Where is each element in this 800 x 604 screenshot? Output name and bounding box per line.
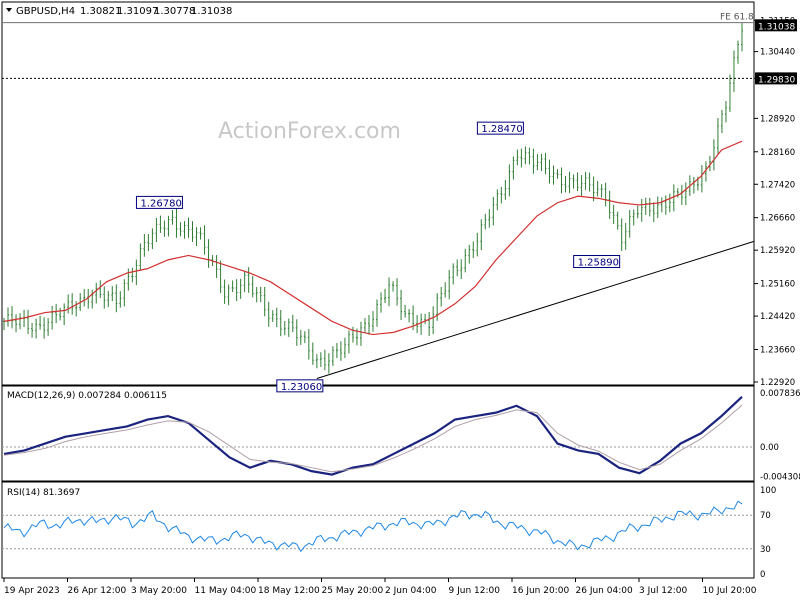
x-tick-label: 25 May 20:00 xyxy=(322,586,384,596)
macd-tick-label: 0.00 xyxy=(760,443,779,453)
chart-svg: ActionForex.com GBPUSD,H4 1.30821 1.3109… xyxy=(1,1,800,596)
rsi-title: RSI(14) 81.3697 xyxy=(7,488,80,498)
y-tick-label: 1.26660 xyxy=(760,214,795,224)
price-label-text: 1.26780 xyxy=(140,198,181,209)
macd-tick-label: 0.007836 xyxy=(760,389,800,399)
y-tick-label: 1.28160 xyxy=(760,148,795,158)
high-label: 1.31097 xyxy=(117,6,158,17)
x-tick-label: 26 Jun 04:00 xyxy=(576,586,633,596)
open-label: 1.30821 xyxy=(80,6,121,17)
rsi-tick-label: 30 xyxy=(760,545,771,555)
x-tick-label: 16 Jun 20:00 xyxy=(512,586,569,596)
x-tick-label: 9 Jun 12:00 xyxy=(449,586,501,596)
low-label: 1.30778 xyxy=(154,6,195,17)
y-tick-label: 1.30440 xyxy=(760,48,795,58)
close-label: 1.31038 xyxy=(191,6,232,17)
chart-root: ActionForex.com GBPUSD,H4 1.30821 1.3109… xyxy=(0,0,800,600)
rsi-panel-frame xyxy=(1,481,755,579)
macd-tick-label: -0.004308 xyxy=(760,473,800,483)
watermark: ActionForex.com xyxy=(218,119,401,144)
x-tick-label: 3 Jul 12:00 xyxy=(639,586,688,596)
price-label-text: 1.23060 xyxy=(281,382,322,393)
main-panel-frame xyxy=(1,1,755,386)
price-label-text: 1.28470 xyxy=(481,124,522,135)
price-label-text: 1.25890 xyxy=(578,258,619,269)
x-tick-label: 10 Jul 20:00 xyxy=(703,586,757,596)
level-price-text: 1.29830 xyxy=(758,75,795,85)
fe-label: FE 61.8 xyxy=(720,13,754,23)
y-tick-label: 1.28920 xyxy=(760,114,795,124)
macd-title: MACD(12,26,9) 0.007284 0.006115 xyxy=(7,391,167,401)
last-price-text: 1.31038 xyxy=(758,22,795,32)
x-tick-label: 3 May 20:00 xyxy=(131,586,187,596)
x-tick-label: 2 Jun 04:00 xyxy=(385,586,437,596)
symbol-label: GBPUSD,H4 xyxy=(16,6,75,17)
y-tick-label: 1.24420 xyxy=(760,312,795,322)
x-tick-label: 11 May 04:00 xyxy=(195,586,257,596)
y-tick-label: 1.25160 xyxy=(760,280,795,290)
x-tick-label: 26 Apr 12:00 xyxy=(68,586,127,596)
x-tick-label: 18 May 12:00 xyxy=(258,586,320,596)
rsi-tick-label: 100 xyxy=(760,486,776,496)
y-tick-label: 1.22920 xyxy=(760,378,795,388)
x-tick-label: 19 Apr 2023 xyxy=(4,586,60,596)
y-tick-label: 1.27420 xyxy=(760,180,795,190)
rsi-tick-label: 0 xyxy=(760,570,765,580)
y-tick-label: 1.23660 xyxy=(760,345,795,355)
y-tick-label: 1.25920 xyxy=(760,246,795,256)
rsi-tick-label: 70 xyxy=(760,511,771,521)
